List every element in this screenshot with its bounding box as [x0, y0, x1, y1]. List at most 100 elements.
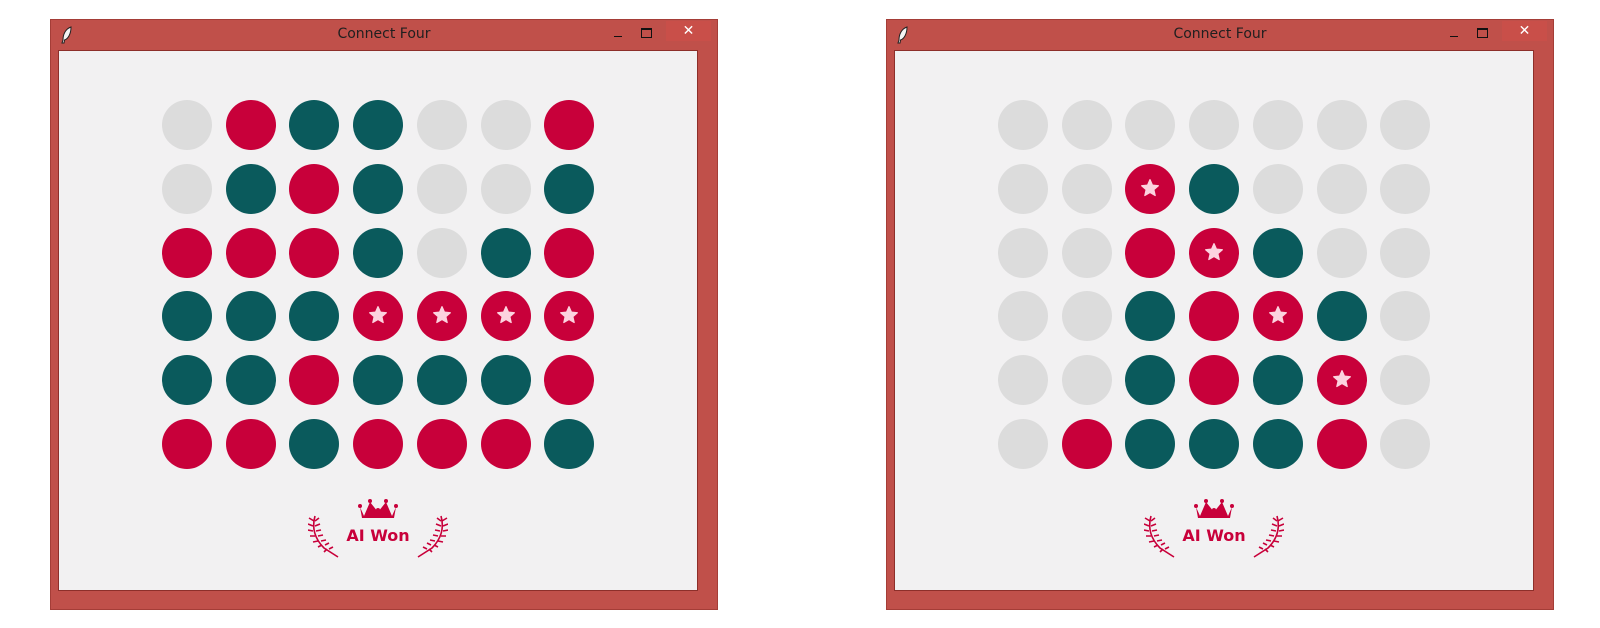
board-cell-r0-c3[interactable]	[353, 100, 403, 150]
maximize-button[interactable]	[633, 24, 659, 46]
board-cell-r1-c4[interactable]	[1253, 164, 1303, 214]
board-cell-r3-c5[interactable]	[481, 291, 531, 341]
board-cell-r5-c3[interactable]	[353, 419, 403, 469]
board-cell-r1-c2[interactable]	[1125, 164, 1175, 214]
star-icon	[1141, 179, 1159, 197]
board-cell-r0-c6[interactable]	[544, 100, 594, 150]
close-button[interactable]: ✕	[666, 21, 711, 41]
board-cell-r5-c4[interactable]	[1253, 419, 1303, 469]
board-cell-r2-c6[interactable]	[544, 228, 594, 278]
board-cell-r3-c3[interactable]	[353, 291, 403, 341]
board-cell-r0-c0[interactable]	[998, 100, 1048, 150]
board-cell-r3-c6[interactable]	[544, 291, 594, 341]
board-cell-r3-c6[interactable]	[1380, 291, 1430, 341]
board-cell-r1-c0[interactable]	[998, 164, 1048, 214]
board-cell-r5-c2[interactable]	[289, 419, 339, 469]
board-cell-r3-c2[interactable]	[289, 291, 339, 341]
board-cell-r0-c4[interactable]	[1253, 100, 1303, 150]
board-cell-r3-c4[interactable]	[417, 291, 467, 341]
board-cell-r2-c6[interactable]	[1380, 228, 1430, 278]
board-cell-r0-c3[interactable]	[1189, 100, 1239, 150]
board-cell-r5-c5[interactable]	[1317, 419, 1367, 469]
board-cell-r3-c1[interactable]	[1062, 291, 1112, 341]
board-cell-r1-c5[interactable]	[1317, 164, 1367, 214]
board-cell-r2-c5[interactable]	[481, 228, 531, 278]
board-cell-r4-c5[interactable]	[1317, 355, 1367, 405]
board-cell-r4-c0[interactable]	[162, 355, 212, 405]
board-cell-r2-c0[interactable]	[998, 228, 1048, 278]
connect-four-window-left: Connect Four ✕ AI Won	[50, 19, 718, 610]
board-cell-r3-c1[interactable]	[226, 291, 276, 341]
board-cell-r3-c0[interactable]	[162, 291, 212, 341]
board-cell-r3-c5[interactable]	[1317, 291, 1367, 341]
board-cell-r2-c0[interactable]	[162, 228, 212, 278]
board-cell-r4-c1[interactable]	[1062, 355, 1112, 405]
title-bar[interactable]: Connect Four ✕	[51, 20, 717, 50]
board-cell-r2-c3[interactable]	[353, 228, 403, 278]
board-cell-r1-c0[interactable]	[162, 164, 212, 214]
board-cell-r5-c4[interactable]	[417, 419, 467, 469]
board-cell-r4-c2[interactable]	[289, 355, 339, 405]
board-cell-r2-c4[interactable]	[1253, 228, 1303, 278]
board-cell-r4-c2[interactable]	[1125, 355, 1175, 405]
board-cell-r1-c2[interactable]	[289, 164, 339, 214]
board-cell-r4-c0[interactable]	[998, 355, 1048, 405]
board-cell-r4-c6[interactable]	[1380, 355, 1430, 405]
board-cell-r4-c1[interactable]	[226, 355, 276, 405]
board-cell-r3-c2[interactable]	[1125, 291, 1175, 341]
board-cell-r0-c5[interactable]	[1317, 100, 1367, 150]
minimize-button[interactable]	[606, 24, 632, 46]
board-cell-r1-c1[interactable]	[226, 164, 276, 214]
board-cell-r3-c4[interactable]	[1253, 291, 1303, 341]
board-cell-r0-c2[interactable]	[289, 100, 339, 150]
board-cell-r0-c5[interactable]	[481, 100, 531, 150]
board-cell-r2-c1[interactable]	[226, 228, 276, 278]
board-cell-r5-c6[interactable]	[1380, 419, 1430, 469]
board-cell-r4-c4[interactable]	[417, 355, 467, 405]
game-area: AI Won	[894, 50, 1534, 591]
board-cell-r2-c1[interactable]	[1062, 228, 1112, 278]
board-cell-r1-c4[interactable]	[417, 164, 467, 214]
board-cell-r5-c5[interactable]	[481, 419, 531, 469]
board-cell-r0-c2[interactable]	[1125, 100, 1175, 150]
board-cell-r4-c3[interactable]	[1189, 355, 1239, 405]
board-cell-r0-c0[interactable]	[162, 100, 212, 150]
connect-four-window-right: Connect Four ✕ AI Won	[886, 19, 1554, 610]
board-cell-r0-c1[interactable]	[1062, 100, 1112, 150]
board-cell-r5-c0[interactable]	[998, 419, 1048, 469]
title-bar[interactable]: Connect Four ✕	[887, 20, 1553, 50]
board-cell-r1-c1[interactable]	[1062, 164, 1112, 214]
result-banner: AI Won	[308, 499, 448, 561]
board-cell-r2-c3[interactable]	[1189, 228, 1239, 278]
board-cell-r1-c3[interactable]	[353, 164, 403, 214]
board-cell-r4-c5[interactable]	[481, 355, 531, 405]
board-cell-r0-c4[interactable]	[417, 100, 467, 150]
board-cell-r5-c6[interactable]	[544, 419, 594, 469]
board-cell-r3-c0[interactable]	[998, 291, 1048, 341]
board-cell-r2-c5[interactable]	[1317, 228, 1367, 278]
board-cell-r5-c0[interactable]	[162, 419, 212, 469]
board-cell-r4-c4[interactable]	[1253, 355, 1303, 405]
close-button[interactable]: ✕	[1502, 21, 1547, 41]
board-cell-r1-c5[interactable]	[481, 164, 531, 214]
board-cell-r5-c1[interactable]	[226, 419, 276, 469]
minimize-button[interactable]	[1442, 24, 1468, 46]
crown-icon	[358, 499, 398, 518]
board-cell-r5-c3[interactable]	[1189, 419, 1239, 469]
board-cell-r4-c3[interactable]	[353, 355, 403, 405]
board-cell-r3-c3[interactable]	[1189, 291, 1239, 341]
board-cell-r0-c6[interactable]	[1380, 100, 1430, 150]
board-cell-r2-c4[interactable]	[417, 228, 467, 278]
board-cell-r5-c2[interactable]	[1125, 419, 1175, 469]
board-cell-r1-c3[interactable]	[1189, 164, 1239, 214]
board-cell-r2-c2[interactable]	[289, 228, 339, 278]
board-cell-r4-c6[interactable]	[544, 355, 594, 405]
result-label: AI Won	[346, 526, 410, 545]
board-cell-r0-c1[interactable]	[226, 100, 276, 150]
board-cell-r2-c2[interactable]	[1125, 228, 1175, 278]
maximize-button[interactable]	[1469, 24, 1495, 46]
result-label: AI Won	[1182, 526, 1246, 545]
board-cell-r1-c6[interactable]	[544, 164, 594, 214]
board-cell-r5-c1[interactable]	[1062, 419, 1112, 469]
board-cell-r1-c6[interactable]	[1380, 164, 1430, 214]
